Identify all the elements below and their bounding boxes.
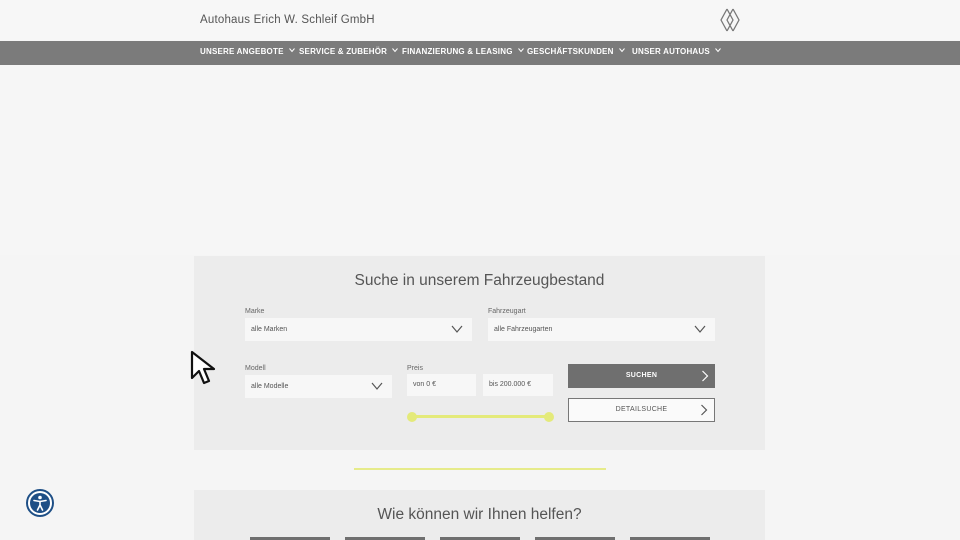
nav-label: UNSER AUTOHAUS <box>632 47 710 56</box>
modell-select[interactable]: alle Modelle <box>245 375 392 398</box>
chevron-down-icon <box>517 48 524 53</box>
nav-label: SERVICE & ZUBEHÖR <box>299 47 388 56</box>
nav-item-unsere-angebote[interactable]: UNSERE ANGEBOTE <box>200 41 295 65</box>
search-button[interactable]: SUCHEN <box>568 364 715 388</box>
nav-label: FINANZIERUNG & LEASING <box>402 47 513 56</box>
search-button-label: SUCHEN <box>625 372 658 379</box>
chevron-down-icon <box>371 382 383 390</box>
main-navigation: UNSERE ANGEBOTE SERVICE & ZUBEHÖR FINANZ… <box>0 41 960 65</box>
chevron-right-icon <box>702 370 709 382</box>
hero-area <box>0 65 960 255</box>
mouse-pointer-icon <box>190 350 216 385</box>
chevron-right-icon <box>701 404 708 416</box>
chevron-down-icon <box>618 48 625 53</box>
price-range-track[interactable] <box>412 415 549 418</box>
modell-value: alle Modelle <box>251 383 289 390</box>
marke-value: alle Marken <box>251 326 288 333</box>
preis-min-input[interactable]: von 0 € <box>407 374 476 396</box>
price-range-max-handle[interactable] <box>544 412 554 422</box>
preis-label: Preis <box>407 365 423 372</box>
help-title: Wie können wir Ihnen helfen? <box>377 506 582 523</box>
brand-name[interactable]: Autohaus Erich W. Schleif GmbH <box>200 14 375 26</box>
fahrzeugart-label: Fahrzeugart <box>488 308 526 315</box>
chevron-down-icon <box>694 325 706 333</box>
nav-item-finanzierung-leasing[interactable]: FINANZIERUNG & LEASING <box>402 41 524 65</box>
detail-search-button[interactable]: DETAILSUCHE <box>568 398 715 422</box>
top-header: Autohaus Erich W. Schleif GmbH <box>0 0 960 41</box>
marke-select[interactable]: alle Marken <box>245 318 472 341</box>
section-divider <box>354 468 606 470</box>
fahrzeugart-value: alle Fahrzeugarten <box>494 326 553 333</box>
renault-diamond-icon[interactable] <box>720 8 740 32</box>
price-range-min-handle[interactable] <box>407 412 417 422</box>
nav-item-unser-autohaus[interactable]: UNSER AUTOHAUS <box>632 41 721 65</box>
nav-item-geschaeftskunden[interactable]: GESCHÄFTSKUNDEN <box>527 41 625 65</box>
chevron-down-icon <box>451 325 463 333</box>
accessibility-icon <box>30 493 50 513</box>
nav-item-service-zubehoer[interactable]: SERVICE & ZUBEHÖR <box>299 41 399 65</box>
search-title: Suche in unserem Fahrzeugbestand <box>354 272 605 289</box>
chevron-down-icon <box>392 48 399 53</box>
preis-max-input[interactable]: bis 200.000 € <box>483 374 553 396</box>
marke-label: Marke <box>245 308 265 315</box>
nav-label: UNSERE ANGEBOTE <box>200 47 284 56</box>
fahrzeugart-select[interactable]: alle Fahrzeugarten <box>488 318 715 341</box>
chevron-down-icon <box>715 48 721 53</box>
accessibility-button[interactable] <box>26 489 54 517</box>
help-section: Wie können wir Ihnen helfen? <box>194 490 765 540</box>
nav-label: GESCHÄFTSKUNDEN <box>527 47 614 56</box>
modell-label: Modell <box>245 365 266 372</box>
chevron-down-icon <box>288 48 295 53</box>
detail-search-label: DETAILSUCHE <box>615 406 668 413</box>
